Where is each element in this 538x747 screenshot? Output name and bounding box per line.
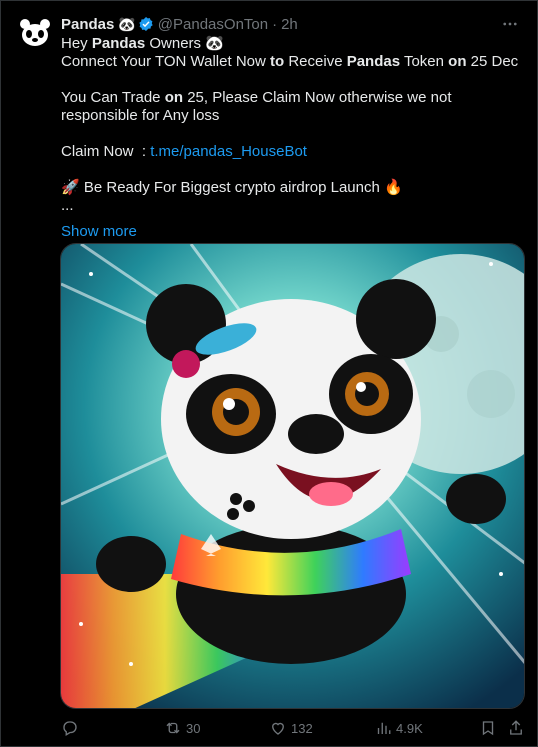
verified-badge-icon bbox=[139, 17, 153, 31]
retweet-count: 30 bbox=[186, 720, 201, 736]
ellipsis: ... bbox=[61, 197, 74, 214]
views-chart-icon bbox=[377, 722, 391, 734]
reply-icon bbox=[63, 721, 77, 736]
claim-line: Claim Now : t.me/pandas_HouseBot bbox=[61, 143, 307, 160]
like-count: 132 bbox=[291, 720, 313, 736]
claim-link[interactable]: t.me/pandas_HouseBot bbox=[150, 143, 307, 160]
heart-icon bbox=[272, 722, 284, 735]
like-button[interactable]: 132 bbox=[269, 719, 313, 737]
tweet-actions: 30 132 4.9K bbox=[61, 719, 525, 739]
share-button[interactable] bbox=[507, 719, 529, 737]
retweet-icon bbox=[166, 722, 180, 734]
panda-emoji: 🐼 bbox=[118, 15, 136, 32]
text-line-1: Hey Pandas Owners 🐼 bbox=[61, 35, 224, 52]
author-name[interactable]: Pandas bbox=[61, 16, 114, 33]
tweet-text: Hey Pandas Owners 🐼 Connect Your TON Wal… bbox=[61, 35, 525, 241]
bookmark-icon bbox=[482, 721, 494, 736]
panda-logo-icon bbox=[15, 13, 55, 53]
bookmark-button[interactable] bbox=[479, 719, 501, 737]
launch-line: 🚀 Be Ready For Biggest crypto airdrop La… bbox=[61, 179, 403, 196]
separator-dot: · bbox=[272, 15, 278, 33]
tweet-time[interactable]: 2h bbox=[281, 16, 298, 33]
show-more-link[interactable]: Show more bbox=[61, 223, 525, 241]
text-paragraph-2: You Can Trade on 25, Please Claim Now ot… bbox=[61, 89, 456, 124]
more-options-icon[interactable] bbox=[501, 15, 521, 33]
panda-image bbox=[61, 244, 524, 708]
text-line-2: Connect Your TON Wallet Now to Receive P… bbox=[61, 53, 519, 70]
views-count: 4.9K bbox=[396, 720, 423, 736]
avatar[interactable] bbox=[15, 13, 55, 53]
tweet-card[interactable]: Pandas 🐼 @PandasOnTon · 2h Hey Pandas Ow… bbox=[0, 0, 538, 747]
tweet-header: Pandas 🐼 @PandasOnTon · 2h bbox=[61, 14, 517, 34]
views-button[interactable]: 4.9K bbox=[374, 719, 423, 737]
retweet-button[interactable]: 30 bbox=[164, 719, 200, 737]
author-handle[interactable]: @PandasOnTon bbox=[158, 16, 268, 33]
reply-button[interactable] bbox=[61, 719, 83, 737]
tweet-media-image[interactable] bbox=[60, 243, 525, 709]
share-icon bbox=[510, 720, 522, 735]
